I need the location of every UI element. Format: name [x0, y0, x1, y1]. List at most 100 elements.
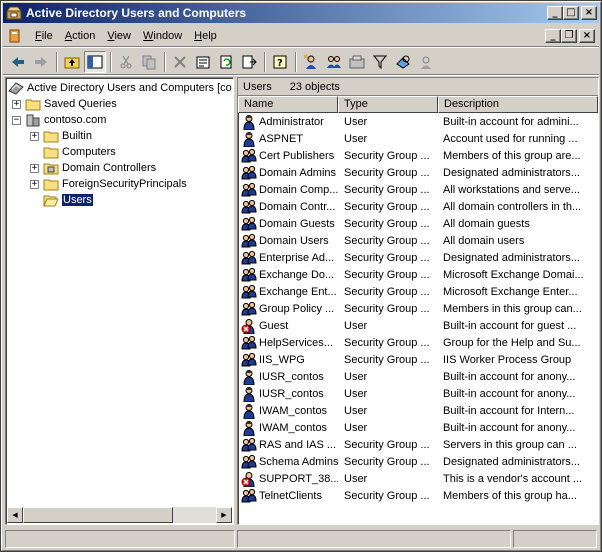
active-directory-icon: [8, 82, 24, 95]
scissors-icon: [120, 55, 132, 68]
help-button[interactable]: ?: [269, 51, 291, 73]
collapse-icon[interactable]: −: [12, 115, 21, 125]
cell-description: Built-in account for Intern...: [443, 404, 575, 417]
cell-type: User: [344, 421, 368, 434]
tree-item-computers[interactable]: Computers: [43, 144, 116, 160]
object-count: 23 objects: [289, 80, 340, 93]
expand-icon[interactable]: +: [30, 163, 39, 173]
group-icon: [241, 352, 257, 368]
child-close-button[interactable]: ×: [579, 28, 595, 43]
menu-view[interactable]: View: [101, 30, 137, 42]
cell-name: Administrator: [238, 114, 338, 130]
close-button[interactable]: ×: [581, 6, 597, 20]
column-header-type[interactable]: Type: [338, 96, 438, 113]
table-row[interactable]: Exchange Do... Security Group ... Microsof…: [238, 266, 598, 283]
minimize-button[interactable]: _: [547, 6, 563, 20]
tree-item-domain-controllers[interactable]: + Domain Controllers: [30, 160, 156, 176]
scroll-track[interactable]: [23, 507, 216, 523]
back-button[interactable]: [7, 51, 29, 73]
tree-item-foreign-security-principals[interactable]: + ForeignSecurityPrincipals: [30, 176, 187, 192]
show-hide-tree-button[interactable]: [84, 50, 106, 73]
group-icon: [241, 335, 257, 351]
cell-description: Microsoft Exchange Domai...: [443, 268, 584, 281]
child-minimize-button[interactable]: _: [545, 28, 561, 43]
tree-item-saved-queries[interactable]: + Saved Queries: [12, 96, 117, 112]
table-row[interactable]: IWAM_contos User Built-in account for anon…: [238, 419, 598, 436]
menu-bar: File Action View Window Help _ ❐ ×: [3, 25, 599, 47]
cell-description: Members in this group can...: [443, 302, 582, 315]
cell-description: All domain controllers in th...: [443, 200, 582, 213]
menu-window[interactable]: Window: [137, 30, 188, 42]
cell-type: Security Group ...: [344, 285, 430, 298]
scroll-thumb[interactable]: [23, 507, 173, 523]
export-list-button[interactable]: [238, 51, 260, 73]
menu-help[interactable]: Help: [188, 30, 223, 42]
table-row[interactable]: Domain Guests Security Group ... All domai…: [238, 215, 598, 232]
new-ou-button[interactable]: [346, 51, 368, 73]
user-icon: [241, 386, 257, 402]
table-row[interactable]: Schema Admins Security Group ... Designate…: [238, 453, 598, 470]
copy-button[interactable]: [138, 51, 160, 73]
table-row[interactable]: IWAM_contos User Built-in account for Inte…: [238, 402, 598, 419]
table-row[interactable]: SUPPORT_38... User This is a vendor's acco…: [238, 470, 598, 487]
table-row[interactable]: HelpServices... Security Group ... Group f…: [238, 334, 598, 351]
help-icon: ?: [273, 55, 287, 69]
tree-root[interactable]: Active Directory Users and Computers [co: [8, 80, 232, 96]
table-row[interactable]: Domain Comp... Security Group ... All work…: [238, 181, 598, 198]
tree-item-builtin[interactable]: + Builtin: [30, 128, 92, 144]
cell-type: Security Group ...: [344, 455, 430, 468]
tree-horizontal-scrollbar[interactable]: ◀ ▶: [7, 507, 232, 523]
expand-icon[interactable]: +: [12, 99, 21, 109]
table-row[interactable]: Administrator User Built-in account for ad…: [238, 113, 598, 130]
menu-file[interactable]: File: [29, 30, 59, 42]
console-tree[interactable]: Active Directory Users and Computers [co…: [5, 77, 234, 525]
results-list[interactable]: Administrator User Built-in account for ad…: [238, 113, 598, 504]
folder-icon: [43, 147, 59, 159]
table-row[interactable]: ASPNET User Account used for running ...: [238, 130, 598, 147]
table-row[interactable]: Guest User Built-in account for guest ...: [238, 317, 598, 334]
tree-item-users[interactable]: Users: [43, 192, 94, 208]
table-row[interactable]: IUSR_contos User Built-in account for anon…: [238, 385, 598, 402]
child-restore-button[interactable]: ❐: [561, 28, 577, 43]
menu-action[interactable]: Action: [59, 30, 102, 42]
column-header-name[interactable]: Name: [238, 96, 338, 113]
restore-icon: ❐: [564, 29, 574, 41]
cell-type: User: [344, 404, 368, 417]
toolbar: ?: [3, 49, 599, 75]
table-row[interactable]: IIS_WPG Security Group ... IIS Worker Proc…: [238, 351, 598, 368]
find-button[interactable]: [392, 51, 414, 73]
table-row[interactable]: Exchange Ent... Security Group ... Microso…: [238, 283, 598, 300]
group-icon: [241, 165, 257, 181]
table-row[interactable]: Domain Admins Security Group ... Designate…: [238, 164, 598, 181]
refresh-button[interactable]: [215, 51, 237, 73]
cell-name: RAS and IAS ...: [238, 437, 338, 453]
up-one-level-button[interactable]: [61, 51, 83, 73]
scroll-left-button[interactable]: ◀: [7, 507, 23, 523]
group-icon: [241, 233, 257, 249]
forward-button[interactable]: [30, 51, 52, 73]
cut-button[interactable]: [115, 51, 137, 73]
table-row[interactable]: RAS and IAS ... Security Group ... Servers…: [238, 436, 598, 453]
table-row[interactable]: Domain Users Security Group ... All domain…: [238, 232, 598, 249]
console-icon[interactable]: [7, 28, 23, 44]
table-row[interactable]: Group Policy ... Security Group ... Member…: [238, 300, 598, 317]
title-bar[interactable]: Active Directory Users and Computers _ □…: [3, 3, 599, 23]
delete-button[interactable]: [169, 51, 191, 73]
table-row[interactable]: TelnetClients Security Group ... Members o…: [238, 487, 598, 504]
cell-name: IIS_WPG: [238, 352, 338, 368]
table-row[interactable]: Enterprise Ad... Security Group ... Design…: [238, 249, 598, 266]
properties-button[interactable]: [192, 51, 214, 73]
filter-button[interactable]: [369, 51, 391, 73]
expand-icon[interactable]: +: [30, 179, 39, 189]
scroll-right-button[interactable]: ▶: [216, 507, 232, 523]
new-group-button[interactable]: [323, 51, 345, 73]
tree-item-domain[interactable]: − contoso.com: [12, 112, 106, 128]
new-user-button[interactable]: [300, 51, 322, 73]
column-header-description[interactable]: Description: [438, 96, 598, 113]
maximize-button[interactable]: □: [563, 6, 579, 20]
table-row[interactable]: IUSR_contos User Built-in account for anon…: [238, 368, 598, 385]
add-to-group-button[interactable]: [415, 51, 437, 73]
expand-icon[interactable]: +: [30, 131, 39, 141]
table-row[interactable]: Cert Publishers Security Group ... Members…: [238, 147, 598, 164]
table-row[interactable]: Domain Contr... Security Group ... All dom…: [238, 198, 598, 215]
